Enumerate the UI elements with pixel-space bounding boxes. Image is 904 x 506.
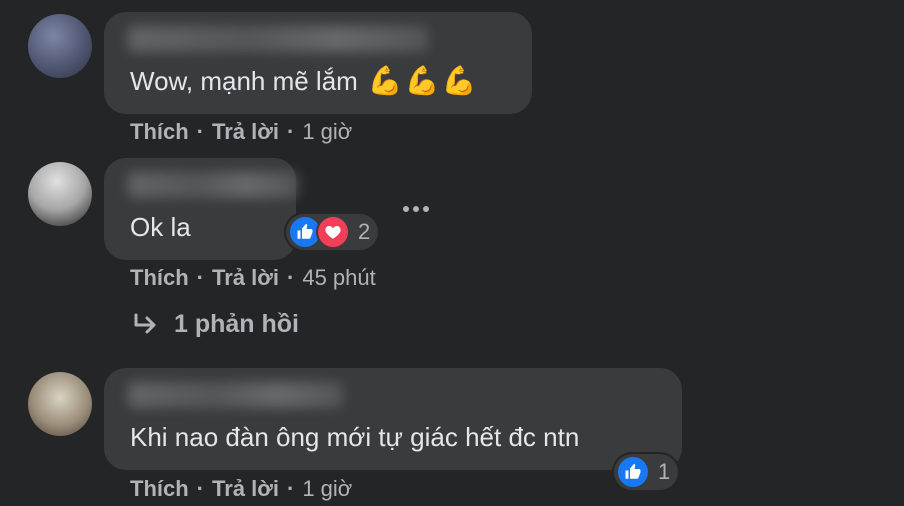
reaction-summary[interactable]: 1 bbox=[614, 454, 679, 490]
replies-count-label: 1 phản hồi bbox=[174, 310, 299, 338]
comment-bubble: Khi nao đàn ông mới tự giác hết đc ntn bbox=[104, 368, 682, 470]
more-options-icon[interactable] bbox=[403, 206, 433, 214]
comment-text: Wow, mạnh mẽ lắm 💪 💪 💪 bbox=[130, 66, 479, 97]
commenter-name-blurred[interactable] bbox=[128, 382, 343, 408]
reaction-count: 2 bbox=[358, 219, 371, 244]
comment-text-content: Ok la bbox=[130, 212, 191, 242]
comment-actions: Thích · Trả lời · 1 giờ bbox=[130, 119, 353, 144]
commenter-avatar[interactable] bbox=[28, 14, 92, 78]
flexed-biceps-icon: 💪 bbox=[404, 65, 440, 96]
heart-icon bbox=[316, 215, 350, 249]
comment-actions: Thích · Trả lời · 45 phút bbox=[130, 265, 376, 290]
like-link[interactable]: Thích bbox=[130, 476, 189, 501]
comment-text: Khi nao đàn ông mới tự giác hết đc ntn bbox=[130, 422, 579, 452]
view-replies-link[interactable]: 1 phản hồi bbox=[132, 310, 299, 339]
commenter-avatar[interactable] bbox=[28, 162, 92, 226]
comment-text: Ok la bbox=[130, 212, 191, 242]
reaction-summary[interactable]: 2 bbox=[286, 214, 379, 250]
like-icon bbox=[616, 455, 650, 489]
flexed-biceps-icon: 💪 bbox=[367, 65, 403, 96]
comment-text-content: Wow, mạnh mẽ lắm bbox=[130, 66, 358, 96]
comment-timestamp[interactable]: 1 giờ bbox=[302, 119, 352, 144]
commenter-name-blurred[interactable] bbox=[128, 172, 298, 198]
comment-timestamp[interactable]: 1 giờ bbox=[302, 476, 352, 501]
reply-arrow-icon bbox=[134, 313, 156, 333]
comment-bubble: Wow, mạnh mẽ lắm 💪 💪 💪 bbox=[104, 12, 532, 114]
commenter-avatar[interactable] bbox=[28, 372, 92, 436]
emoji-group: 💪 💪 💪 bbox=[368, 66, 479, 96]
flexed-biceps-icon: 💪 bbox=[441, 65, 477, 96]
reply-link[interactable]: Trả lời bbox=[212, 119, 279, 144]
comment-actions: Thích · Trả lời · 1 giờ bbox=[130, 476, 353, 501]
reply-link[interactable]: Trả lời bbox=[212, 476, 279, 501]
like-link[interactable]: Thích bbox=[130, 119, 189, 144]
like-link[interactable]: Thích bbox=[130, 265, 189, 290]
reply-link[interactable]: Trả lời bbox=[212, 265, 279, 290]
reaction-count: 1 bbox=[658, 459, 671, 484]
comment-bubble: Ok la bbox=[104, 158, 298, 260]
commenter-name-blurred[interactable] bbox=[128, 26, 428, 52]
comment-text-content: Khi nao đàn ông mới tự giác hết đc ntn bbox=[130, 422, 580, 452]
comment-timestamp[interactable]: 45 phút bbox=[302, 265, 375, 290]
